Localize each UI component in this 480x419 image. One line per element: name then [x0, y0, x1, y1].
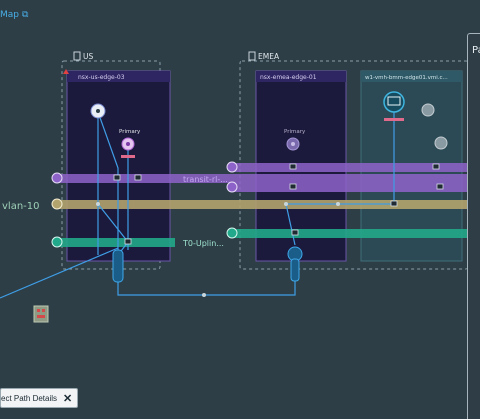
- edge-node-us-label: nsx-us-edge-03: [78, 74, 125, 81]
- path-details-label: ect Path Details: [1, 393, 58, 403]
- segment-transit-icon: [51, 172, 63, 184]
- segment-t0-label: T0-Uplin...: [182, 239, 224, 248]
- segment-vlan-label: vlan-10: [2, 201, 40, 212]
- path-details-button[interactable]: ect Path Details ✕: [0, 388, 79, 408]
- segment-t0-emea[interactable]: [232, 229, 480, 238]
- router-icon-us[interactable]: [90, 103, 106, 119]
- segment-vlan-icon: [51, 198, 63, 210]
- host-icon[interactable]: [33, 305, 49, 323]
- router-icon-emea-primary[interactable]: [286, 137, 300, 151]
- uplink-port-emea[interactable]: [287, 246, 303, 282]
- router-icon-emea-2a[interactable]: [421, 103, 435, 117]
- router-icon-us-primary[interactable]: [121, 137, 135, 151]
- segment-transit-emea-1-icon: [226, 161, 238, 173]
- router-icon-emea-2b[interactable]: [434, 136, 448, 150]
- edge-node-emea-2-label: w1-vmh-bmm-edge01.vmi.c...: [365, 75, 448, 81]
- region-emea-icon: [248, 51, 256, 61]
- uplink-port-us[interactable]: [112, 249, 124, 283]
- segment-t0-us-icon: [51, 236, 63, 248]
- side-panel[interactable]: Pa: [467, 33, 480, 419]
- segment-transit-emea-1[interactable]: [232, 163, 480, 172]
- side-panel-label: Pa: [472, 45, 480, 56]
- primary-status-bar: [121, 155, 135, 158]
- segment-t0-emea-icon: [226, 227, 238, 239]
- region-us-icon: [73, 51, 81, 61]
- region-us-label: US: [83, 52, 93, 61]
- region-emea-label: EMEA: [258, 52, 280, 61]
- segment-vlan[interactable]: [57, 200, 480, 209]
- segment-transit-emea-2-icon: [226, 181, 238, 193]
- edge-node-emea-label: nsx-emea-edge-01: [260, 74, 317, 81]
- segment-t0-us[interactable]: [57, 238, 175, 247]
- primary-label-us: Primary: [119, 129, 141, 135]
- primary-label-emea: Primary: [284, 129, 306, 135]
- topology-canvas[interactable]: US EMEA nsx-us-edge-03 nsx-emea-edge-01 …: [0, 0, 480, 418]
- segment-transit-label: transit-rl-...: [183, 175, 228, 184]
- close-icon[interactable]: ✕: [63, 392, 72, 405]
